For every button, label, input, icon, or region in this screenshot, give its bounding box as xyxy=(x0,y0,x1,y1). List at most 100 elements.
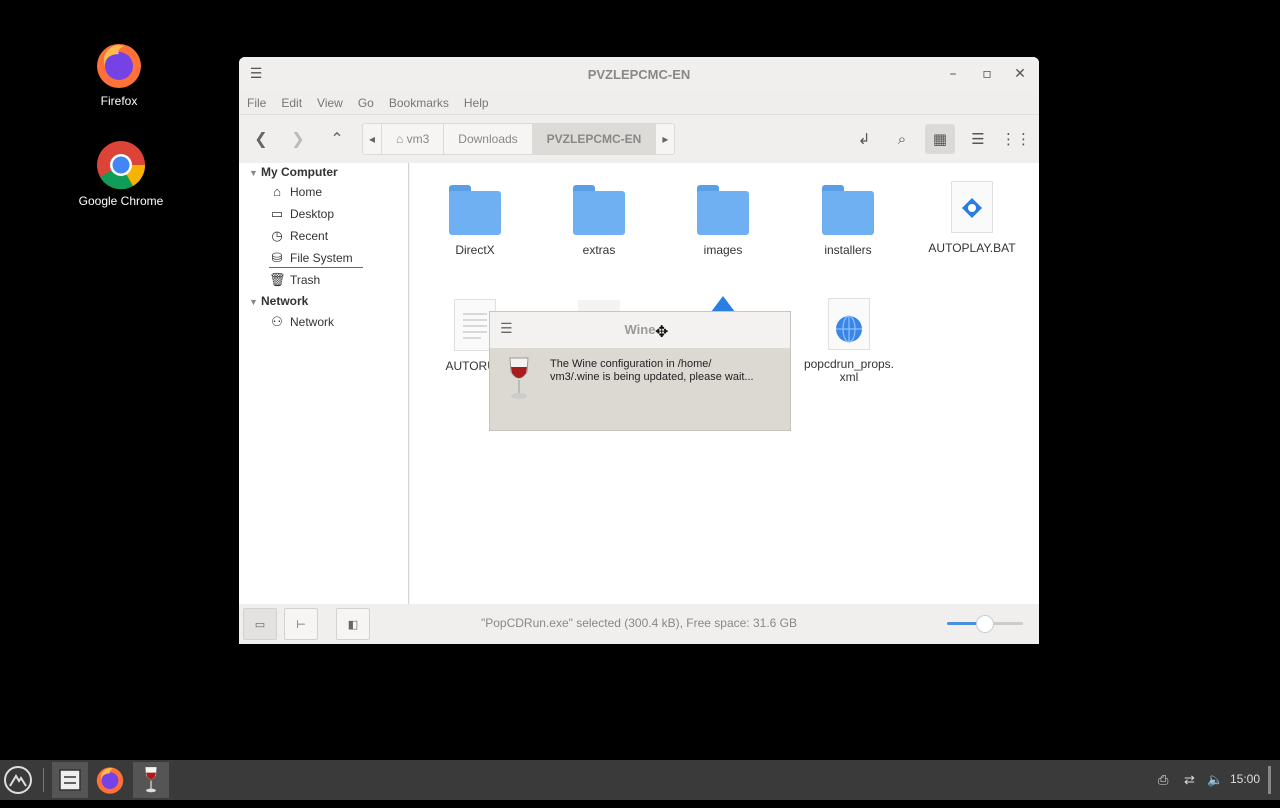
folder-icon xyxy=(697,183,749,235)
dialog-title: Wine xyxy=(624,322,656,337)
sidebar-item-label: File System xyxy=(290,251,353,265)
file-item-folder[interactable]: images xyxy=(663,183,783,257)
move-cursor-icon: ✥ xyxy=(655,322,669,341)
home-icon: ⌂ xyxy=(396,132,404,146)
sidebar-item-label: Desktop xyxy=(290,207,335,221)
taskbar-firefox[interactable] xyxy=(92,762,128,798)
minimize-button[interactable]: – xyxy=(944,65,962,83)
breadcrumb-right-arrow[interactable]: ▸ xyxy=(656,124,674,154)
hidden-file-icon[interactable] xyxy=(705,296,741,312)
close-button[interactable]: ✕ xyxy=(1011,65,1029,83)
sidebar-item-home[interactable]: ⌂ Home xyxy=(269,184,322,200)
network-status-icon[interactable]: ⇄ xyxy=(1184,772,1195,788)
menu-bookmarks[interactable]: Bookmarks xyxy=(389,96,449,110)
sidebar-section-label: My Computer xyxy=(261,165,338,179)
expand-triangle-icon: ▼ xyxy=(249,297,258,307)
up-button[interactable]: ⌃ xyxy=(323,125,351,153)
breadcrumb: ◂ ⌂ vm3 Downloads PVZLEPCMC-EN ▸ xyxy=(362,123,676,155)
network-icon: ⚇ xyxy=(271,314,283,329)
breadcrumb-left-arrow[interactable]: ◂ xyxy=(363,124,383,154)
printer-icon[interactable]: ⎙ xyxy=(1158,772,1168,788)
list-view-button[interactable]: ☰ xyxy=(963,124,993,154)
desktop-icon-firefox[interactable]: Firefox xyxy=(64,40,174,108)
clock[interactable]: 15:00 xyxy=(1230,772,1260,786)
window-titlebar[interactable]: ☰ PVZLEPCMC-EN – ▫ ✕ xyxy=(239,57,1039,91)
file-label: DirectX xyxy=(455,243,495,257)
forward-button[interactable]: ❯ xyxy=(284,125,312,153)
sidebar-item-recent[interactable]: ◷ Recent xyxy=(269,228,328,244)
wine-dialog: ☰ Wine ✥ The Wine configuration in /home… xyxy=(489,311,791,431)
breadcrumb-home[interactable]: ⌂ vm3 xyxy=(382,124,445,154)
sidebar-item-label: Trash xyxy=(290,273,321,287)
sidebar-section-network[interactable]: ▼ Network xyxy=(249,294,308,308)
desktop-icon-label: Google Chrome xyxy=(78,194,164,208)
sidebar-item-file-system[interactable]: ⛁ File System xyxy=(269,250,363,268)
menubar: File Edit View Go Bookmarks Help xyxy=(239,91,1039,115)
sidebar-item-network[interactable]: ⚇ Network xyxy=(269,314,334,330)
statusbar: ▭ ⊢ ◧ "PopCDRun.exe" selected (300.4 kB)… xyxy=(239,604,1039,644)
xml-file-icon xyxy=(828,298,870,350)
breadcrumb-label: vm3 xyxy=(406,132,430,146)
maximize-button[interactable]: ▫ xyxy=(978,65,996,83)
chrome-icon xyxy=(96,140,146,190)
folder-icon: ▭ xyxy=(270,206,284,221)
folder-icon xyxy=(822,183,874,235)
sidebar-section-label: Network xyxy=(261,294,309,308)
file-item-folder[interactable]: installers xyxy=(788,183,908,257)
menu-edit[interactable]: Edit xyxy=(281,96,302,110)
sidebar-item-desktop[interactable]: ▭ Desktop xyxy=(269,206,334,222)
folder-icon xyxy=(573,183,625,235)
menu-go[interactable]: Go xyxy=(358,96,374,110)
sidebar-item-label: Network xyxy=(290,315,335,329)
show-desktop-button[interactable] xyxy=(1268,766,1271,794)
dialog-titlebar[interactable]: ☰ Wine ✥ xyxy=(490,312,790,348)
breadcrumb-downloads[interactable]: Downloads xyxy=(444,124,533,154)
menu-view[interactable]: View xyxy=(317,96,343,110)
expand-triangle-icon: ▼ xyxy=(249,168,258,178)
status-text: "PopCDRun.exe" selected (300.4 kB), Free… xyxy=(480,616,797,630)
icon-view-button[interactable]: ▦ xyxy=(925,124,955,154)
desktop-icon-chrome[interactable]: Google Chrome xyxy=(66,140,176,208)
drive-icon: ⛁ xyxy=(271,250,283,265)
taskbar-wine[interactable] xyxy=(133,762,169,798)
breadcrumb-current[interactable]: PVZLEPCMC-EN xyxy=(532,124,657,154)
start-menu-button[interactable] xyxy=(0,762,36,798)
file-label: installers xyxy=(824,243,872,257)
taskbar-separator xyxy=(43,768,44,792)
back-button[interactable]: ❮ xyxy=(247,125,275,153)
menu-file[interactable]: File xyxy=(247,96,266,110)
desktop-icon-label: Firefox xyxy=(100,94,138,108)
clock-icon: ◷ xyxy=(271,228,283,243)
menu-help[interactable]: Help xyxy=(464,96,489,110)
trash-icon: 🗑 xyxy=(269,272,286,287)
file-label: popcdrun_props. xml xyxy=(803,357,895,384)
search-icon[interactable]: ⌕ xyxy=(887,124,917,154)
compact-view-button[interactable]: ⋮⋮ xyxy=(1001,124,1031,154)
dialog-message: The Wine configuration in /home/ vm3/.wi… xyxy=(550,358,754,383)
file-label: extras xyxy=(582,243,616,257)
volume-icon[interactable]: 🔈 xyxy=(1207,772,1223,788)
file-item-folder[interactable]: extras xyxy=(539,183,659,257)
zoom-slider[interactable] xyxy=(947,615,1023,633)
file-label: AUTOPLAY.BAT xyxy=(928,241,1016,255)
taskbar: ⎙ ⇄ 🔈 15:00 xyxy=(0,760,1280,800)
sidebar-section-my-computer[interactable]: ▼ My Computer xyxy=(249,165,338,179)
zoom-slider-handle[interactable] xyxy=(976,615,994,633)
file-item-folder[interactable]: DirectX xyxy=(415,183,535,257)
firefox-icon xyxy=(94,40,144,90)
toolbar: ❮ ❯ ⌃ ◂ ⌂ vm3 Downloads PVZLEPCMC-EN ▸ ↲… xyxy=(239,115,1039,163)
window-title: PVZLEPCMC-EN xyxy=(587,66,691,82)
script-file-icon xyxy=(951,181,993,233)
home-icon: ⌂ xyxy=(273,184,281,199)
folder-icon xyxy=(449,183,501,235)
toggle-location-icon[interactable]: ↲ xyxy=(849,124,879,154)
wine-glass-icon xyxy=(506,356,532,406)
file-label: images xyxy=(703,243,743,257)
file-item-script[interactable]: AUTOPLAY.BAT xyxy=(912,181,1032,255)
sidebar-item-label: Recent xyxy=(290,229,329,243)
sidebar: ▼ My Computer ⌂ Home ▭ Desktop ◷ Recent ⛁ Fil… xyxy=(239,163,409,604)
file-item-xml[interactable]: popcdrun_props. xml xyxy=(789,298,909,384)
sidebar-item-label: Home xyxy=(290,185,323,199)
sidebar-item-trash[interactable]: 🗑 Trash xyxy=(269,272,320,288)
taskbar-file-manager[interactable] xyxy=(52,762,88,798)
